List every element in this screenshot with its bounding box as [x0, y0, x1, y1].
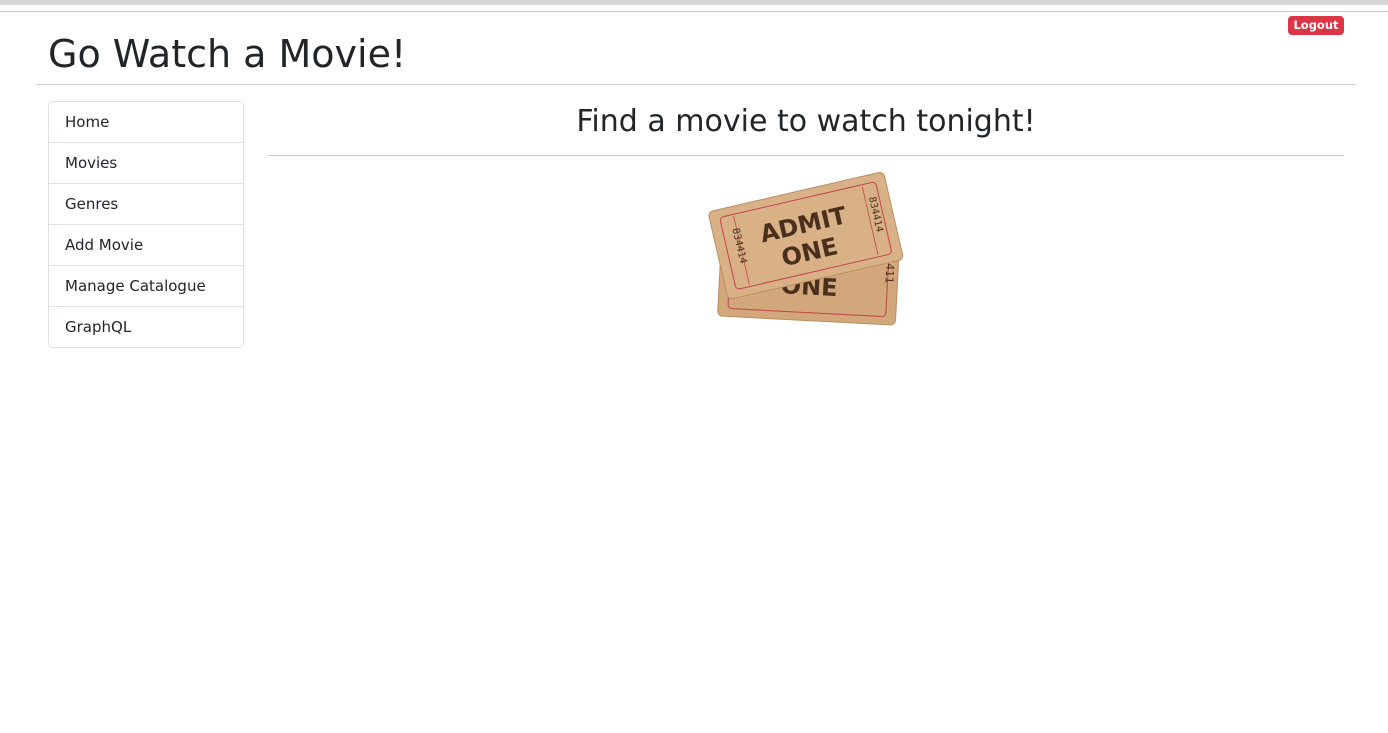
sidebar-item-movies[interactable]: Movies	[49, 142, 243, 183]
heading-divider	[268, 155, 1344, 156]
browser-top-divider	[0, 11, 1388, 12]
header-divider	[36, 84, 1356, 85]
sidebar-item-manage-catalogue[interactable]: Manage Catalogue	[49, 265, 243, 306]
browser-top-strip	[0, 0, 1388, 5]
logout-button[interactable]: Logout	[1288, 16, 1344, 35]
app-title: Go Watch a Movie!	[48, 32, 407, 76]
sidebar-item-graphql[interactable]: GraphQL	[49, 306, 243, 347]
page-heading: Find a movie to watch tonight!	[576, 104, 1036, 139]
sidebar-list: Home Movies Genres Add Movie Manage Cata…	[48, 101, 244, 348]
sidebar-item-genres[interactable]: Genres	[49, 183, 243, 224]
movie-tickets-icon: ONE 4411 ADMIT ONE 834414 834414	[708, 172, 904, 326]
sidebar-item-home[interactable]: Home	[49, 102, 243, 142]
sidebar-item-add-movie[interactable]: Add Movie	[49, 224, 243, 265]
